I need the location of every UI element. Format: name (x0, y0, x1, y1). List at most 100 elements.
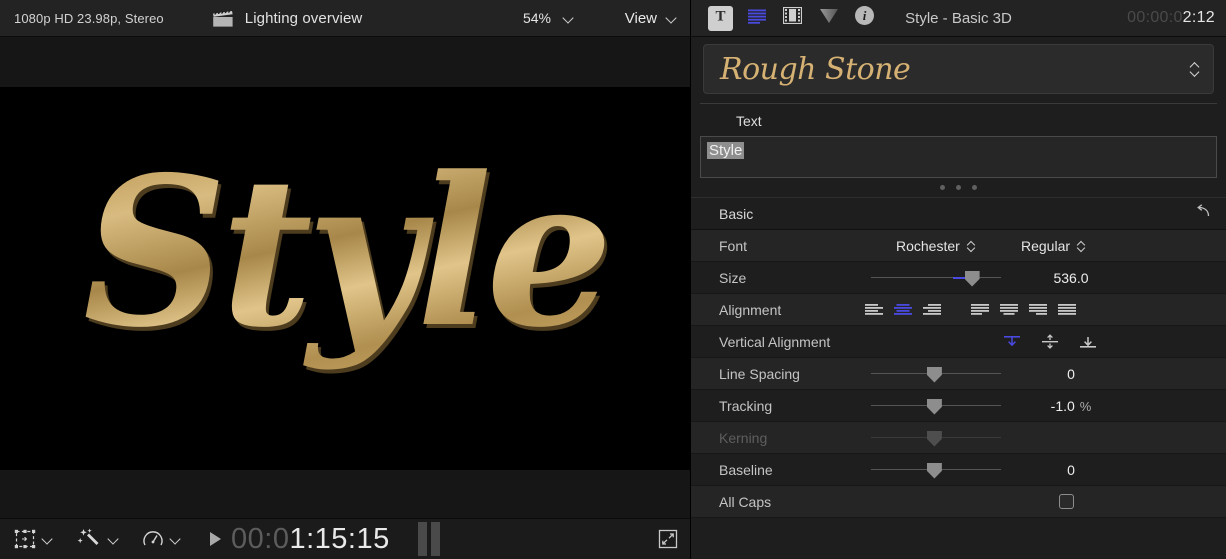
baseline-value[interactable]: 0 (1021, 462, 1121, 478)
viewer-letterbox-bottom (0, 470, 690, 518)
kerning-slider (871, 430, 1001, 446)
row-alignment[interactable]: Alignment (691, 294, 1226, 326)
magic-wand-icon (76, 528, 102, 550)
viewer-pane: 1080p HD 23.98p, Stereo Lig (0, 0, 690, 559)
viewer-timecode[interactable]: 00:01:15:15 (231, 523, 390, 556)
font-preview-selector[interactable]: Rough Stone (703, 44, 1214, 94)
row-size[interactable]: Size 536.0 (691, 262, 1226, 294)
inspector-tab-video[interactable] (780, 6, 805, 31)
effects-tool-button[interactable] (76, 528, 118, 550)
font-style-value: Regular (1021, 238, 1070, 254)
viewer-bottom-toolbar: 00:01:15:15 (0, 518, 690, 559)
slider-knob[interactable] (927, 463, 942, 479)
inspector-timecode-dim: 00:00:0 (1127, 9, 1182, 27)
clapperboard-icon (212, 9, 234, 28)
tracking-slider[interactable] (871, 398, 1001, 414)
stepper-updown-icon[interactable] (968, 241, 975, 251)
clip-format-label: 1080p HD 23.98p, Stereo (14, 11, 164, 26)
tracking-unit: % (1080, 399, 1092, 414)
inspector-tab-text[interactable]: T (708, 6, 733, 31)
inspector-tab-info[interactable]: i (852, 6, 877, 31)
align-center-icon[interactable] (892, 302, 914, 318)
valign-bottom-icon[interactable] (1077, 334, 1099, 350)
justify-center-icon[interactable] (998, 302, 1020, 318)
row-label-all-caps: All Caps (719, 494, 771, 510)
inspector-tab-color[interactable] (816, 6, 841, 31)
inspector-timecode[interactable]: 00:00:02:12 (1127, 9, 1215, 27)
line-spacing-slider[interactable] (871, 366, 1001, 382)
row-font[interactable]: Font Rochester Regular (691, 230, 1226, 262)
chevron-down-icon (667, 14, 676, 23)
all-caps-checkbox[interactable] (1059, 494, 1074, 509)
transform-icon (14, 529, 36, 549)
resize-handle-dots[interactable] (691, 185, 1226, 190)
vertical-alignment-button-group (1001, 334, 1099, 350)
reset-arrow-icon[interactable] (1194, 204, 1211, 224)
font-style-selector[interactable]: Regular (1021, 238, 1085, 254)
chevron-down-icon[interactable] (43, 535, 52, 544)
row-label-font: Font (719, 238, 747, 254)
justify-button-group (969, 302, 1078, 318)
rendered-title-text: Style (10, 105, 679, 402)
row-label-alignment: Alignment (719, 302, 781, 318)
timecode-dim-part: 00:0 (231, 523, 289, 556)
text-input-value: Style (707, 142, 744, 159)
chevron-down-icon (564, 14, 573, 23)
timecode-field-bars (418, 522, 440, 556)
triangle-down-icon (819, 7, 839, 29)
row-vertical-alignment[interactable]: Vertical Alignment (691, 326, 1226, 358)
text-input-field[interactable]: Style (700, 136, 1217, 178)
zoom-level-value: 54% (523, 10, 551, 26)
slider-knob[interactable] (965, 271, 980, 287)
inspector-tab-format[interactable] (744, 6, 769, 31)
stepper-updown-icon[interactable] (1078, 241, 1085, 251)
viewer-canvas[interactable]: Style (0, 87, 690, 470)
project-name-label: Lighting overview (245, 10, 363, 27)
viewer-toolbar: 1080p HD 23.98p, Stereo Lig (0, 0, 690, 37)
speed-gauge-icon (142, 528, 164, 550)
row-baseline[interactable]: Baseline 0 (691, 454, 1226, 486)
divider (700, 103, 1217, 104)
row-label-vertical-alignment: Vertical Alignment (719, 334, 830, 350)
view-menu-button[interactable]: View (625, 10, 676, 27)
row-label-baseline: Baseline (719, 462, 773, 478)
size-slider[interactable] (871, 270, 1001, 286)
expand-button[interactable] (658, 529, 678, 549)
slider-track (871, 277, 1001, 279)
slider-knob[interactable] (927, 367, 942, 383)
justify-right-icon[interactable] (1027, 302, 1049, 318)
final-cut-pro-window: 1080p HD 23.98p, Stereo Lig (0, 0, 1226, 559)
baseline-slider[interactable] (871, 462, 1001, 478)
valign-middle-icon[interactable] (1039, 334, 1061, 350)
valign-top-icon[interactable] (1001, 334, 1023, 350)
zoom-level-control[interactable]: 54% (523, 10, 573, 26)
row-tracking[interactable]: Tracking -1.0% (691, 390, 1226, 422)
inspector-timecode-main: 2:12 (1183, 9, 1215, 27)
align-right-icon[interactable] (921, 302, 943, 318)
viewer-letterbox-top (0, 37, 690, 87)
justify-full-icon[interactable] (1056, 302, 1078, 318)
row-label-tracking: Tracking (719, 398, 772, 414)
slider-knob[interactable] (927, 399, 942, 415)
inspector-tab-bar: T (708, 6, 877, 31)
row-all-caps[interactable]: All Caps (691, 486, 1226, 518)
chevron-down-icon[interactable] (171, 535, 180, 544)
inspector-pane: T (690, 0, 1226, 559)
playhead-timecode-group[interactable]: 00:01:15:15 (210, 522, 440, 556)
align-left-icon[interactable] (863, 302, 885, 318)
basic-section-header: Basic (691, 198, 1226, 230)
view-menu-label: View (625, 10, 657, 27)
chevron-down-icon[interactable] (109, 535, 118, 544)
retime-tool-button[interactable] (142, 528, 180, 550)
stepper-updown-icon[interactable] (1190, 63, 1199, 76)
play-icon[interactable] (210, 532, 221, 546)
row-line-spacing[interactable]: Line Spacing 0 (691, 358, 1226, 390)
tracking-number: -1.0 (1051, 398, 1075, 414)
transform-tool-button[interactable] (14, 529, 52, 549)
justify-left-icon[interactable] (969, 302, 991, 318)
font-family-selector[interactable]: Rochester (896, 238, 975, 254)
film-strip-icon (783, 7, 802, 29)
tracking-value[interactable]: -1.0% (1021, 398, 1121, 414)
size-value[interactable]: 536.0 (1021, 270, 1121, 286)
line-spacing-value[interactable]: 0 (1021, 366, 1121, 382)
